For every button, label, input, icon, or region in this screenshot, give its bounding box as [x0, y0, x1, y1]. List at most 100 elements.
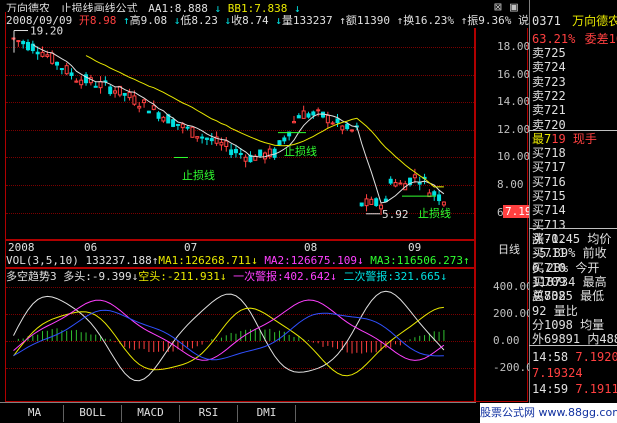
order-book-label: 买7	[532, 160, 552, 175]
candle-body	[122, 92, 127, 96]
candle-body	[195, 136, 200, 139]
order-book-value: 21	[551, 103, 566, 118]
time-axis: 2008 06 07 08 09	[6, 241, 476, 254]
candle-body	[137, 105, 142, 109]
stop-loss-label: 止损线	[284, 144, 317, 158]
indicator-axis-label: 200.00	[493, 307, 533, 320]
order-book-value: 15	[551, 189, 566, 203]
candle-body	[175, 123, 180, 126]
volume-label: VOL(3,5,10)	[6, 254, 79, 267]
stats-text: 外69891	[532, 332, 581, 347]
tick-row: 14:58 7.19207	[532, 350, 617, 364]
candle-body	[258, 149, 263, 157]
candle-body	[64, 65, 69, 75]
ratio-side-value: 10	[608, 32, 617, 46]
stats-row: 涨-0.45 均价	[532, 232, 611, 246]
candle-body	[79, 79, 84, 86]
stats-text: 涨-0.45	[532, 232, 581, 246]
time-label-07: 07	[184, 241, 198, 254]
candle-body	[200, 136, 205, 139]
ratio-label: 委差	[584, 32, 609, 46]
low-mark-label: 5.92	[382, 208, 409, 221]
candle-body	[437, 194, 442, 202]
order-book-row[interactable]: 卖722	[532, 89, 566, 103]
price-axis-label: 16.00	[497, 67, 531, 81]
period-label[interactable]: 日线	[498, 241, 520, 257]
order-book-label: 卖7	[532, 74, 552, 89]
price-axis-label: 10.00	[497, 150, 531, 164]
candle-body	[16, 40, 21, 43]
stats-extra: 今开	[575, 260, 600, 275]
price-axis-label: 12.00	[497, 122, 531, 136]
side-divider	[529, 228, 617, 229]
candle-body	[21, 40, 26, 45]
candle-body	[93, 85, 98, 88]
tab-macd[interactable]: MACD	[122, 405, 180, 422]
stats-row: -5.89% 前收	[532, 246, 607, 260]
order-book-label: 买7	[532, 203, 552, 218]
side-divider	[529, 345, 617, 346]
stats-row: 6.28% 今开	[532, 261, 599, 275]
candle-body	[306, 113, 311, 118]
order-book-row[interactable]: 买715	[532, 189, 566, 203]
candle-body	[412, 174, 417, 179]
indicator-axis-label: 0.00	[493, 334, 520, 347]
candle-body	[374, 198, 379, 207]
tick-price: 7.19207	[575, 350, 617, 364]
candle-body	[98, 80, 103, 89]
candle-body	[50, 52, 55, 64]
order-book-row[interactable]: 最719 现手	[532, 132, 597, 146]
order-book-value: 17	[551, 160, 566, 175]
up-arrow-icon: ↑	[463, 254, 470, 267]
candle-body	[180, 123, 185, 129]
order-book-row[interactable]: 买714	[532, 203, 566, 217]
order-book-row[interactable]: 卖724	[532, 60, 566, 74]
order-book-label: 买7	[532, 189, 552, 203]
stats-extra: 内488	[587, 332, 617, 347]
candle-body	[229, 149, 234, 155]
candle-body	[40, 51, 45, 57]
candle-body	[45, 54, 50, 57]
tab-boll[interactable]: BOLL	[64, 405, 122, 422]
stats-text: 92	[532, 303, 547, 318]
candle-body	[441, 201, 446, 206]
order-book-row[interactable]: 卖721	[532, 103, 566, 117]
order-book-row[interactable]: 卖725	[532, 46, 566, 60]
candle-body	[311, 111, 316, 116]
order-book-value: 23	[551, 74, 566, 89]
stats-text: 总8325	[532, 289, 573, 304]
tab-rsi[interactable]: RSI	[180, 405, 238, 422]
price-chart[interactable]: 19.205.92止损线止损线止损线	[6, 25, 474, 239]
ratio-value: 63.21%	[532, 32, 576, 46]
tick-price: 7.19110	[575, 382, 617, 396]
order-book-row[interactable]: 卖723	[532, 75, 566, 89]
tab-ma[interactable]: MA	[6, 405, 64, 422]
candle-body	[35, 51, 40, 55]
order-book-row[interactable]: 买717	[532, 160, 566, 174]
candle-body	[345, 123, 350, 130]
order-book-value: 14	[551, 203, 566, 218]
bear-line	[13, 306, 444, 377]
candle-body	[364, 198, 369, 207]
candle-body	[113, 90, 118, 94]
tab-dmi[interactable]: DMI	[238, 405, 296, 422]
candle-body	[316, 109, 321, 112]
candle-body	[282, 137, 287, 142]
stop-loss-label: 止损线	[418, 206, 451, 220]
order-book-row[interactable]: 买713	[532, 218, 566, 232]
stats-extra: 均价	[587, 232, 612, 246]
ma-white-line	[32, 44, 445, 204]
order-book-row[interactable]: 买718	[532, 146, 566, 160]
volume-ma1: MA1:126268.711	[158, 254, 252, 267]
candle-body	[291, 121, 296, 124]
volume-info: VOL(3,5,10) 133237.188↑MA1:126268.711↓ M…	[6, 254, 470, 267]
high-mark-label: 19.20	[30, 25, 63, 38]
indicator-chart[interactable]	[6, 281, 474, 401]
down-arrow-icon: ↓	[357, 254, 364, 267]
side-divider	[529, 130, 617, 131]
time-label-06: 06	[84, 241, 98, 254]
side-stock-name: 万向德农	[572, 14, 617, 28]
order-book-row[interactable]: 买716	[532, 175, 566, 189]
tick-row: 7.19324	[532, 366, 583, 380]
time-label-09: 09	[408, 241, 422, 254]
